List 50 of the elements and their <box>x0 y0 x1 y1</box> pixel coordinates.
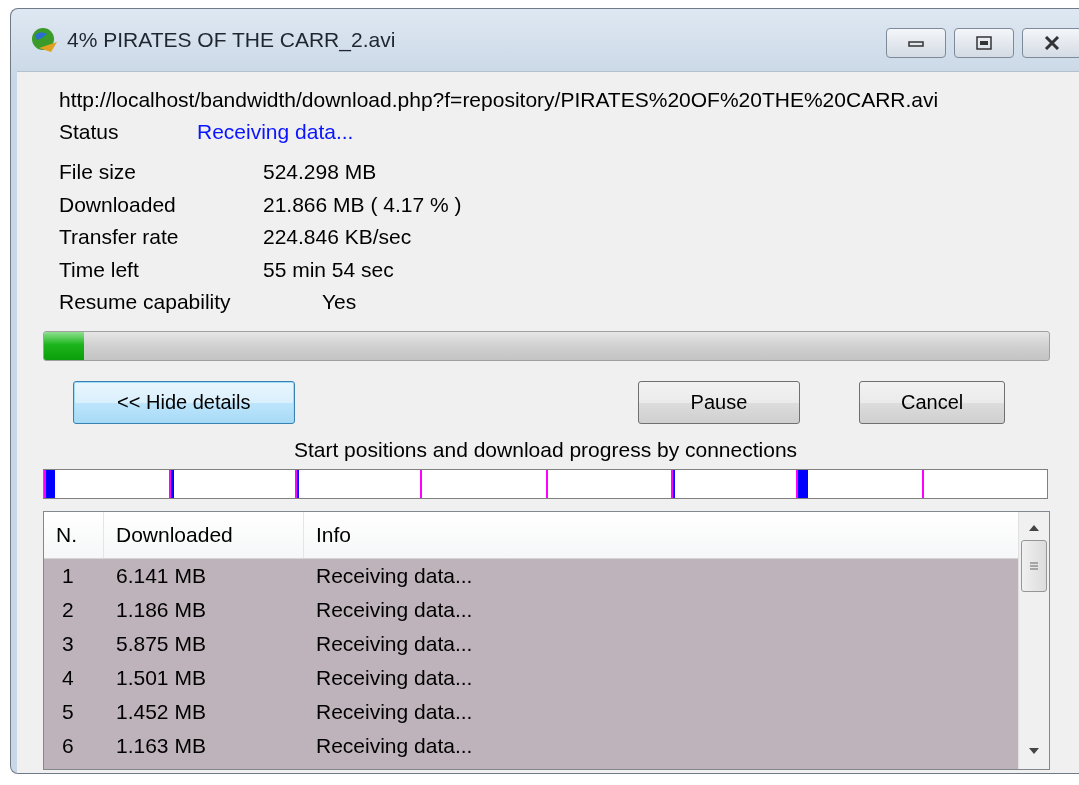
table-cell-text: 3 <box>61 631 75 656</box>
detail-value: Yes <box>321 290 357 313</box>
detail-label: Downloaded <box>59 191 177 218</box>
detail-value: 21.866 MB ( 4.17 % ) <box>263 192 462 216</box>
table-cell-text: Receiving data... <box>315 733 474 758</box>
scroll-down-icon[interactable] <box>1028 746 1040 755</box>
scrollbar[interactable] <box>1018 511 1049 769</box>
detail-value: 524.298 MB <box>263 160 377 183</box>
scroll-thumb[interactable] <box>1021 539 1047 592</box>
detail-value: 55 min 54 sec <box>263 257 394 281</box>
globe-icon <box>29 26 59 54</box>
table-cell-text: 4 <box>61 665 75 690</box>
connections-caption: Start positions and download progress by connections <box>293 437 798 461</box>
table-cell-text: 1.163 MB <box>115 733 207 758</box>
details-button[interactable]: << Hide details <box>73 380 295 424</box>
table-cell-text: 6.141 MB <box>115 563 207 588</box>
detail-value: 224.846 KB/sec <box>263 225 412 248</box>
cancel-button[interactable]: Cancel <box>859 380 1005 424</box>
table-cell-text: Receiving data... <box>315 699 474 724</box>
table-cell-text: 1.186 MB <box>115 597 207 622</box>
detail-label: Time left <box>59 256 140 283</box>
column-header[interactable]: Info <box>304 511 1018 558</box>
minimize-icon <box>908 39 924 47</box>
status-label: Status <box>59 119 120 145</box>
pause-button[interactable]: Pause <box>637 380 801 424</box>
download-url: http://localhost/bandwidth/download.php?f=repository/PIRATES%20OF%20THE%20CARR.avi <box>59 87 940 113</box>
column-header[interactable]: N. <box>44 511 104 558</box>
window-title: 4% PIRATES OF THE CARR_2.avi <box>67 28 397 52</box>
column-header[interactable]: Downloaded <box>104 511 304 558</box>
table-cell-text: 1.452 MB <box>115 699 207 724</box>
scroll-up-icon[interactable] <box>1028 523 1040 532</box>
maximize-button[interactable] <box>954 28 1014 58</box>
table-cell-text: 1.501 MB <box>115 665 207 690</box>
detail-label: Resume capability <box>59 289 232 315</box>
status-value: Receiving data... <box>197 119 354 145</box>
table-cell-text: 1 <box>61 563 75 588</box>
detail-label: File size <box>59 159 138 185</box>
table-cell-text: 2 <box>61 597 75 622</box>
table-cell-text: 5 <box>61 699 75 724</box>
close-button[interactable] <box>1022 28 1079 58</box>
table-cell-text: Receiving data... <box>315 597 474 622</box>
detail-label: Transfer rate <box>59 224 180 250</box>
table-cell-text: Receiving data... <box>315 631 474 656</box>
close-icon <box>1044 36 1060 50</box>
table-cell-text: 6 <box>61 733 75 758</box>
maximize-icon <box>976 36 992 50</box>
table-cell-text: Receiving data... <box>315 665 474 690</box>
table-cell-text: Receiving data... <box>315 563 474 588</box>
minimize-button[interactable] <box>886 28 946 58</box>
table-cell-text: 5.875 MB <box>115 631 207 656</box>
